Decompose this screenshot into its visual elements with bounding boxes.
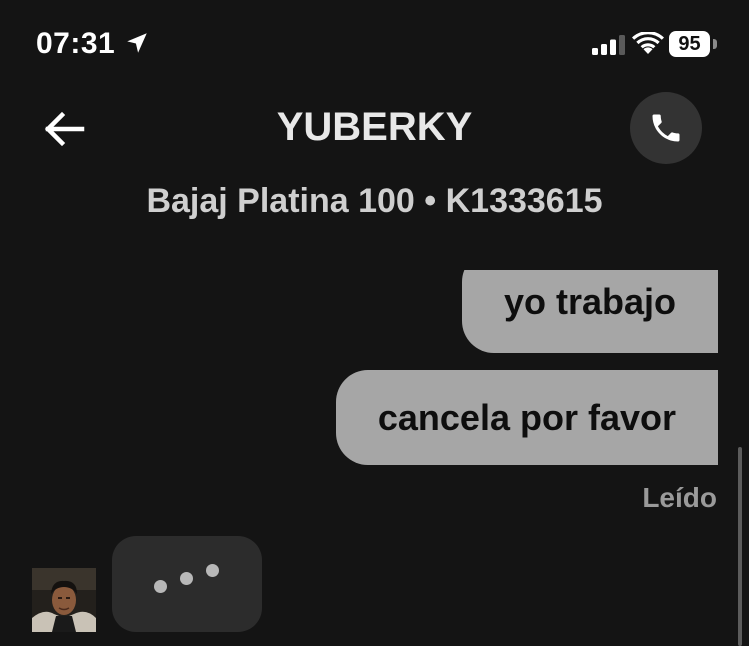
battery-nub <box>713 39 717 49</box>
typing-indicator <box>112 536 262 632</box>
cellular-signal-icon <box>592 35 625 55</box>
avatar[interactable] <box>32 568 96 632</box>
chat-scrollbar[interactable] <box>738 447 742 646</box>
battery-indicator: 95 <box>669 31 710 57</box>
wifi-icon <box>632 32 664 54</box>
read-receipt: Leído <box>642 482 717 513</box>
typing-dot <box>206 564 219 577</box>
call-button[interactable] <box>630 92 702 164</box>
outgoing-message[interactable]: cancela por favor <box>335 370 718 465</box>
vehicle-info: Bajaj Platina 100 • K1333615 <box>146 182 603 220</box>
chat-thread[interactable]: yo trabajo cancela por favor Leído <box>0 270 749 646</box>
avatar-photo <box>32 568 96 632</box>
outgoing-message[interactable]: yo trabajo <box>461 270 718 353</box>
typing-dot <box>180 572 193 585</box>
phone-icon <box>652 114 680 142</box>
location-arrow-icon <box>127 33 147 53</box>
status-time: 07:31 <box>36 27 116 60</box>
typing-dot <box>154 580 167 593</box>
status-bar: 07:31 95 <box>0 0 749 90</box>
